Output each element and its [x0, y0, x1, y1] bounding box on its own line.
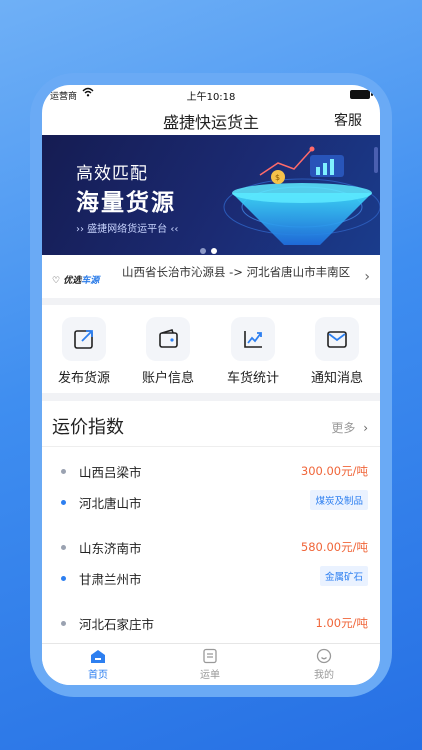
- origin-dot: [61, 621, 66, 626]
- tab-label: 运单: [200, 670, 220, 681]
- preferred-badge-accent: 车源: [81, 276, 100, 286]
- destination-city: 河北唐山市: [79, 496, 142, 511]
- freight-index-list: 山西吕梁市 300.00元/吨 河北唐山市 煤炭及制品 山东济南市 580.00…: [42, 447, 380, 647]
- menu-notifications[interactable]: 通知消息: [295, 317, 379, 386]
- menu-label: 车货统计: [226, 371, 279, 386]
- more-label: 更多: [331, 421, 356, 435]
- status-time: 上午10:18: [186, 92, 236, 103]
- origin-dot: [61, 469, 66, 474]
- profile-icon: [316, 648, 332, 664]
- tab-label: 我的: [314, 670, 334, 681]
- price: 580.00元/吨: [300, 540, 368, 554]
- banner-headline: 海量货源: [76, 190, 176, 216]
- chart-icon: [231, 317, 275, 361]
- tab-waybill[interactable]: 运单: [180, 648, 240, 681]
- freight-index-item[interactable]: 河北石家庄市 1.00元/吨: [42, 599, 380, 647]
- preferred-route-bar[interactable]: ♡ 优选车源 山西省长治市沁源县 -> 河北省唐山市丰南区 ›: [42, 255, 380, 305]
- menu-label: 账户信息: [141, 371, 194, 386]
- chevron-right-icon: ›: [363, 421, 368, 435]
- app-screen: 运营商 上午10:18 盛捷快运货主 客服 $ 高效匹配 海量货源 ›› 盛捷网…: [42, 85, 380, 685]
- freight-index-item[interactable]: 山西吕梁市 300.00元/吨 河北唐山市 煤炭及制品: [42, 447, 380, 523]
- menu-account-info[interactable]: 账户信息: [126, 317, 210, 386]
- banner-tagline: ›› 盛捷网络货运平台 ‹‹: [76, 224, 179, 235]
- tab-profile[interactable]: 我的: [294, 648, 354, 681]
- chevron-right-icon: ›: [364, 269, 370, 285]
- menu-cargo-stats[interactable]: 车货统计: [211, 317, 295, 386]
- origin-dot: [61, 545, 66, 550]
- mail-icon: [315, 317, 359, 361]
- route-text: 山西省长治市沁源县 -> 河北省唐山市丰南区: [122, 265, 351, 279]
- carousel-indicator: [200, 239, 222, 255]
- freight-index-item[interactable]: 山东济南市 580.00元/吨 甘肃兰州市 金属矿石: [42, 523, 380, 599]
- svg-text:$: $: [275, 173, 280, 182]
- funnel-illustration: $: [223, 146, 380, 245]
- home-icon: [90, 648, 106, 664]
- preferred-badge: ♡ 优选车源: [52, 273, 99, 286]
- preferred-badge-text: 优选: [63, 276, 82, 286]
- more-link[interactable]: 更多 ›: [331, 419, 368, 436]
- origin-city: 河北石家庄市: [79, 617, 155, 632]
- tab-label: 首页: [88, 670, 108, 681]
- menu-publish-cargo[interactable]: 发布货源: [42, 317, 126, 386]
- cargo-type-tag: 金属矿石: [319, 566, 368, 586]
- destination-dot: [61, 576, 66, 581]
- carousel-dot: [200, 248, 206, 254]
- status-bar: 运营商 上午10:18: [42, 85, 380, 103]
- waybill-icon: [202, 648, 218, 664]
- carousel-dot-active: [211, 248, 217, 254]
- price: 1.00元/吨: [315, 616, 368, 630]
- heart-icon: ♡: [52, 276, 61, 286]
- origin-city: 山东济南市: [79, 541, 142, 556]
- origin-city: 山西吕梁市: [79, 465, 142, 480]
- wallet-icon: [146, 317, 190, 361]
- publish-icon: [62, 317, 106, 361]
- tab-bar: 首页 运单 我的: [42, 643, 380, 685]
- banner-subtitle: 高效匹配: [76, 164, 148, 184]
- page-title: 盛捷快运货主: [162, 113, 259, 132]
- destination-dot: [61, 500, 66, 505]
- price: 300.00元/吨: [300, 464, 368, 478]
- menu-label: 通知消息: [310, 371, 363, 386]
- freight-index-header: 运价指数 更多 ›: [42, 401, 380, 447]
- promo-banner[interactable]: $ 高效匹配 海量货源 ›› 盛捷网络货运平台 ‹‹: [42, 135, 380, 255]
- destination-city: 甘肃兰州市: [79, 572, 142, 587]
- menu-label: 发布货源: [57, 371, 110, 386]
- cargo-type-tag: 煤炭及制品: [310, 490, 368, 510]
- section-title: 运价指数: [52, 417, 124, 438]
- customer-service-button[interactable]: 客服: [334, 110, 362, 130]
- tab-home[interactable]: 首页: [68, 648, 128, 681]
- nav-bar: 盛捷快运货主 客服: [42, 103, 380, 135]
- battery-icon: [350, 90, 373, 99]
- quick-menu: 发布货源 账户信息 车货统计 通知消息: [42, 305, 380, 401]
